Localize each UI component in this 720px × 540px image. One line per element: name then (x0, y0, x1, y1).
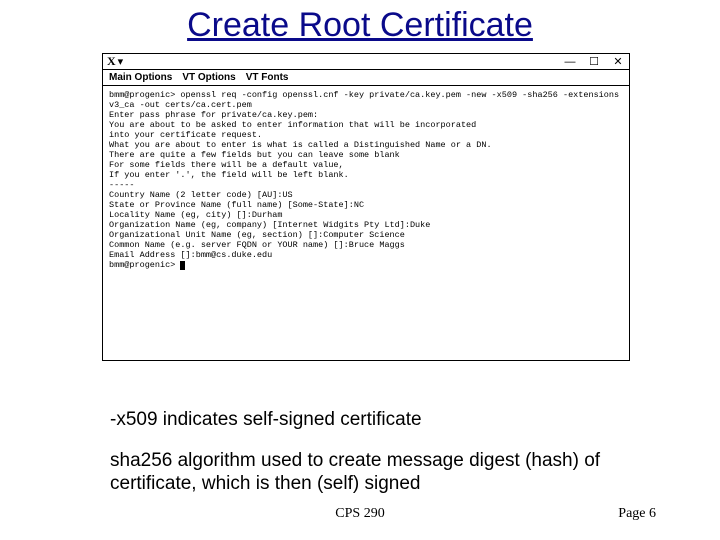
term-line: What you are about to enter is what is c… (109, 140, 492, 150)
page-number: Page 6 (618, 506, 656, 522)
dropdown-arrow-icon: ▾ (118, 55, 124, 68)
terminal-content: bmm@progenic> openssl req -config openss… (103, 86, 629, 274)
menu-vt-options[interactable]: VT Options (182, 72, 235, 83)
terminal-window: X ▾ — ☐ ✕ Main Options VT Options VT Fon… (102, 53, 630, 361)
cursor-icon (180, 261, 185, 270)
term-line: State or Province Name (full name) [Some… (109, 200, 364, 210)
close-button[interactable]: ✕ (611, 55, 625, 68)
menu-main-options[interactable]: Main Options (109, 72, 172, 83)
term-line: Locality Name (eg, city) []:Durham (109, 210, 282, 220)
term-line: Email Address []:bmm@cs.duke.edu (109, 250, 272, 260)
term-line: There are quite a few fields but you can… (109, 150, 400, 160)
term-line: Enter pass phrase for private/ca.key.pem… (109, 110, 318, 120)
slide-footer: CPS 290 Page 6 (0, 506, 720, 522)
course-code: CPS 290 (335, 506, 384, 522)
term-line: into your certificate request. (109, 130, 262, 140)
term-line: bmm@progenic> openssl req -config openss… (109, 90, 624, 110)
xterm-logo-icon: X (107, 54, 116, 69)
menu-vt-fonts[interactable]: VT Fonts (246, 72, 289, 83)
minimize-button[interactable]: — (563, 56, 577, 68)
slide-notes: -x509 indicates self-signed certificate … (110, 409, 630, 495)
term-line: You are about to be asked to enter infor… (109, 120, 476, 130)
term-line: If you enter '.', the field will be left… (109, 170, 349, 180)
term-line: For some fields there will be a default … (109, 160, 344, 170)
term-line: ----- (109, 180, 135, 190)
term-line: bmm@progenic> (109, 260, 175, 270)
note-x509: -x509 indicates self-signed certificate (110, 409, 630, 432)
note-sha256: sha256 algorithm used to create message … (110, 450, 630, 496)
maximize-button[interactable]: ☐ (587, 55, 601, 68)
term-line: Common Name (e.g. server FQDN or YOUR na… (109, 240, 405, 250)
window-titlebar: X ▾ — ☐ ✕ (103, 54, 629, 70)
term-line: Organization Name (eg, company) [Interne… (109, 220, 430, 230)
terminal-menubar: Main Options VT Options VT Fonts (103, 70, 629, 86)
term-line: Country Name (2 letter code) [AU]:US (109, 190, 293, 200)
slide-title: Create Root Certificate (0, 0, 720, 49)
term-line: Organizational Unit Name (eg, section) [… (109, 230, 405, 240)
